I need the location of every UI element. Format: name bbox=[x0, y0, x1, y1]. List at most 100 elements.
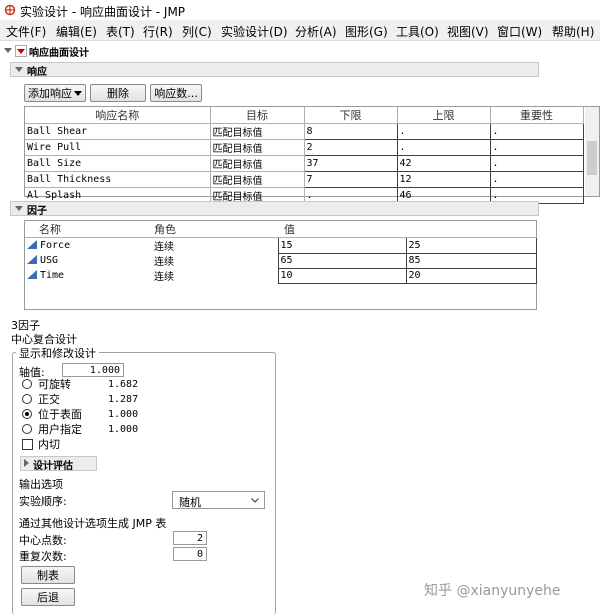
window-title: 实验设计 - 响应曲面设计 - JMP bbox=[20, 5, 186, 19]
table-row: Wire Pull 匹配目标值 2 . . bbox=[25, 139, 584, 156]
response-importance-cell[interactable]: . bbox=[489, 171, 584, 188]
menu-window[interactable]: 窗口(W) bbox=[497, 23, 542, 40]
response-lower-cell[interactable]: 2 bbox=[303, 139, 398, 156]
run-order-select[interactable]: 随机 bbox=[172, 491, 265, 509]
red-triangle-menu-icon[interactable] bbox=[15, 45, 27, 57]
response-goal-cell[interactable]: 匹配目标值 bbox=[209, 171, 305, 188]
rsd-outline-title: 响应曲面设计 bbox=[29, 48, 89, 59]
response-lower-cell[interactable]: 7 bbox=[303, 171, 398, 188]
radio-on-face[interactable] bbox=[22, 409, 32, 419]
option-value: 1.000 bbox=[108, 409, 139, 420]
response-goal-cell[interactable]: 匹配目标值 bbox=[209, 155, 305, 172]
response-goal-cell[interactable]: 匹配目标值 bbox=[209, 123, 305, 140]
col-header-response-name: 响应名称 bbox=[25, 107, 211, 124]
radio-user-specified[interactable] bbox=[22, 424, 32, 434]
menu-cols[interactable]: 列(C) bbox=[182, 23, 212, 40]
response-upper-cell[interactable]: 12 bbox=[396, 171, 491, 188]
disclosure-icon[interactable] bbox=[15, 206, 23, 211]
menu-analyze[interactable]: 分析(A) bbox=[295, 23, 337, 40]
rsd-outline-header[interactable]: 响应曲面设计 bbox=[4, 44, 104, 59]
factor-role-cell: 连续 bbox=[154, 257, 174, 268]
factors-title: 因子 bbox=[27, 206, 47, 217]
disclosure-icon[interactable] bbox=[15, 67, 23, 72]
response-upper-cell[interactable]: . bbox=[396, 123, 491, 140]
factor-role-cell: 连续 bbox=[154, 242, 174, 253]
response-lower-cell[interactable]: 37 bbox=[303, 155, 398, 172]
radio-rotatable[interactable] bbox=[22, 379, 32, 389]
table-row: Ball Size 匹配目标值 37 42 . bbox=[25, 155, 584, 172]
option-label[interactable]: 用户指定 bbox=[38, 421, 82, 437]
menu-help[interactable]: 帮助(H) bbox=[552, 23, 594, 40]
add-response-button[interactable]: 添加响应 bbox=[24, 84, 86, 102]
menu-doe[interactable]: 实验设计(D) bbox=[221, 23, 288, 40]
factor-name-cell[interactable]: Force bbox=[25, 238, 152, 254]
continuous-factor-icon bbox=[27, 255, 37, 264]
response-lower-cell[interactable]: 8 bbox=[303, 123, 398, 140]
factor-name-label: Force bbox=[40, 240, 71, 251]
table-row: USG 连续 65 85 bbox=[25, 252, 537, 269]
design-evaluation-header[interactable]: 设计评估 bbox=[20, 456, 97, 472]
response-name-cell[interactable]: Ball Size bbox=[25, 155, 211, 172]
option-label[interactable]: 位于表面 bbox=[38, 406, 82, 422]
continuous-factor-icon bbox=[27, 240, 37, 249]
center-points-input[interactable]: 2 bbox=[173, 531, 207, 545]
factor-high-cell[interactable]: 85 bbox=[405, 252, 537, 269]
factors-outline-header[interactable]: 因子 bbox=[10, 201, 539, 217]
jmp-app-icon bbox=[4, 4, 16, 16]
continuous-factor-icon bbox=[27, 270, 37, 279]
col-header-goal: 目标 bbox=[209, 107, 305, 124]
response-upper-cell[interactable]: . bbox=[396, 139, 491, 156]
table-row: Ball Shear 匹配目标值 8 . . bbox=[25, 123, 584, 140]
option-label[interactable]: 正交 bbox=[38, 391, 60, 407]
axial-value-input[interactable]: 1.000 bbox=[62, 363, 124, 377]
responses-outline-header[interactable]: 响应 bbox=[10, 62, 539, 78]
inscribe-checkbox[interactable] bbox=[22, 439, 33, 450]
response-name-cell[interactable]: Ball Thickness bbox=[25, 171, 211, 188]
response-upper-cell[interactable]: 42 bbox=[396, 155, 491, 172]
disclosure-closed-icon[interactable] bbox=[24, 459, 29, 467]
make-table-button[interactable]: 制表 bbox=[21, 566, 75, 584]
option-label[interactable]: 可旋转 bbox=[38, 376, 71, 392]
run-order-value: 随机 bbox=[179, 496, 201, 509]
menu-file[interactable]: 文件(F) bbox=[6, 23, 46, 40]
radio-orthogonal[interactable] bbox=[22, 394, 32, 404]
factor-name-cell[interactable]: USG bbox=[25, 253, 152, 268]
menu-table[interactable]: 表(T) bbox=[106, 23, 135, 40]
back-button[interactable]: 后退 bbox=[21, 588, 75, 606]
scrollbar-thumb[interactable] bbox=[587, 141, 597, 175]
factor-low-cell[interactable]: 15 bbox=[277, 237, 407, 254]
factor-high-cell[interactable]: 25 bbox=[405, 237, 537, 254]
run-order-label: 实验顺序: bbox=[19, 495, 67, 508]
center-points-label: 中心点数: bbox=[19, 534, 67, 547]
delete-response-button[interactable]: 删除 bbox=[90, 84, 146, 102]
menu-graph[interactable]: 图形(G) bbox=[345, 23, 388, 40]
table-row: Time 连续 10 20 bbox=[25, 267, 537, 284]
response-importance-cell[interactable]: . bbox=[489, 123, 584, 140]
factor-name-cell[interactable]: Time bbox=[25, 268, 152, 283]
menu-rows[interactable]: 行(R) bbox=[143, 23, 173, 40]
response-name-cell[interactable]: Wire Pull bbox=[25, 139, 211, 156]
response-goal-cell[interactable]: 匹配目标值 bbox=[209, 139, 305, 156]
responses-title: 响应 bbox=[27, 67, 47, 78]
menu-view[interactable]: 视图(V) bbox=[447, 23, 489, 40]
factor-low-cell[interactable]: 10 bbox=[277, 267, 407, 284]
factor-high-cell[interactable]: 20 bbox=[405, 267, 537, 284]
add-response-label: 添加响应 bbox=[28, 87, 72, 100]
replicates-input[interactable]: 0 bbox=[173, 547, 207, 561]
disclosure-icon[interactable] bbox=[4, 48, 12, 53]
number-of-responses-button[interactable]: 响应数... bbox=[150, 84, 202, 102]
response-importance-cell[interactable]: . bbox=[489, 155, 584, 172]
factor-low-cell[interactable]: 65 bbox=[277, 252, 407, 269]
col-header-role: 角色 bbox=[152, 221, 278, 238]
design-evaluation-title: 设计评估 bbox=[33, 461, 73, 472]
response-importance-cell[interactable]: . bbox=[489, 139, 584, 156]
option-value: 1.682 bbox=[108, 379, 139, 390]
responses-table: 响应名称 目标 下限 上限 重要性 Ball Shear 匹配目标值 8 . .… bbox=[25, 107, 584, 204]
responses-scrollbar[interactable] bbox=[585, 107, 599, 196]
menu-tools[interactable]: 工具(O) bbox=[396, 23, 439, 40]
response-name-cell[interactable]: Ball Shear bbox=[25, 123, 211, 140]
inscribe-label[interactable]: 内切 bbox=[38, 436, 60, 452]
factor-name-label: USG bbox=[40, 255, 59, 266]
watermark-text: 知乎 @xianyunyehe bbox=[424, 583, 561, 599]
menu-edit[interactable]: 编辑(E) bbox=[56, 23, 97, 40]
